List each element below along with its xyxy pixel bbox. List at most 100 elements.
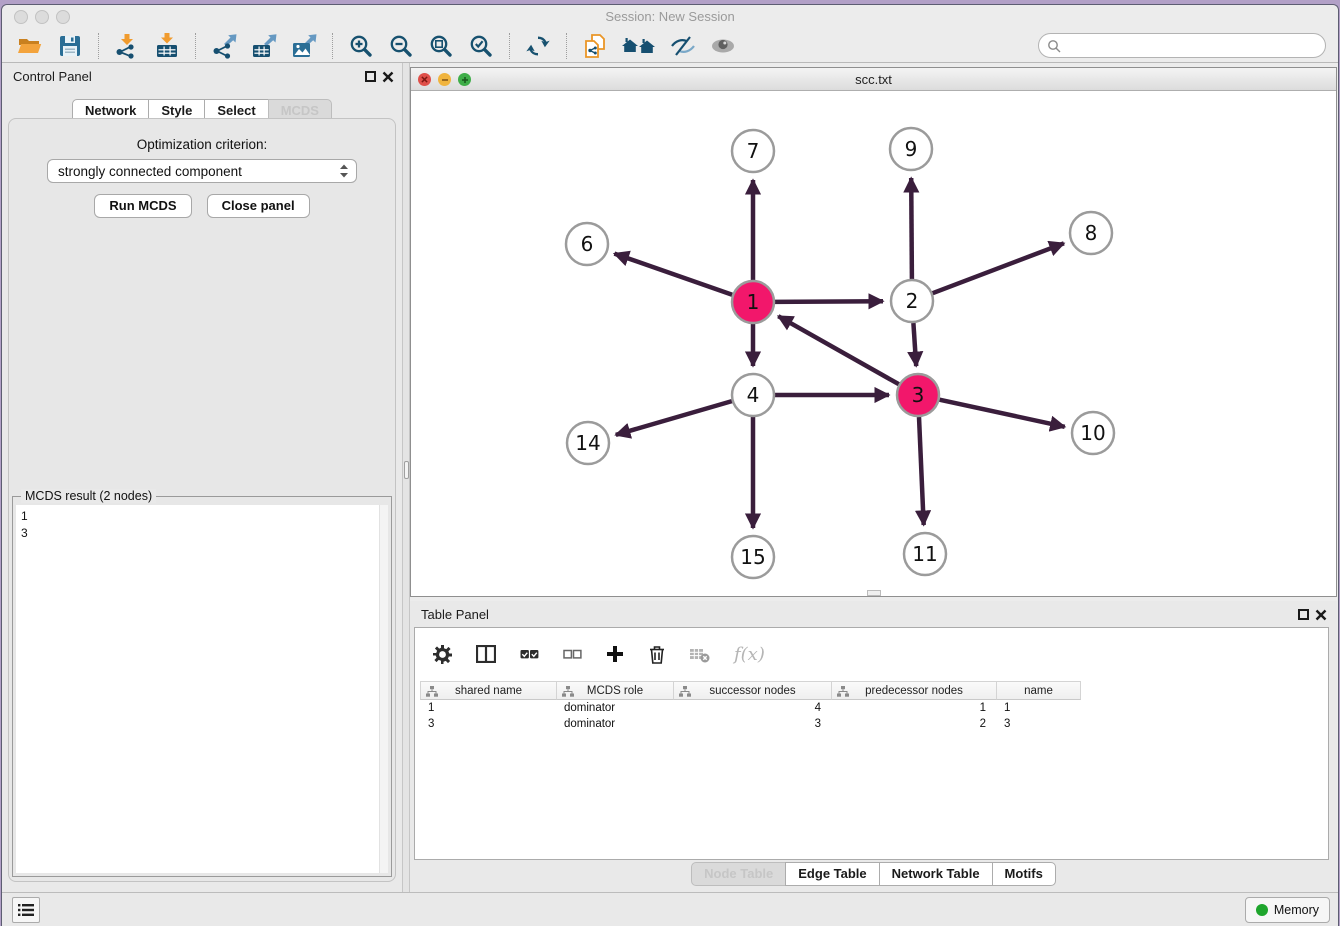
show-all-icon[interactable] xyxy=(707,31,739,61)
deselect-all-icon[interactable] xyxy=(563,645,582,663)
table-cell: 3 xyxy=(673,716,831,732)
import-network-icon[interactable] xyxy=(111,31,143,61)
app-window: Session: New Session xyxy=(1,4,1339,926)
select-all-icon[interactable] xyxy=(520,645,539,663)
memory-button[interactable]: Memory xyxy=(1245,897,1330,923)
toolbar-separator xyxy=(566,33,567,59)
table-row[interactable]: 1dominator411 xyxy=(420,700,1081,716)
panel-splitter[interactable] xyxy=(402,63,410,892)
table-panel: Table Panel xyxy=(410,601,1337,892)
column-header-shared-name[interactable]: shared name xyxy=(420,681,556,700)
add-column-icon[interactable] xyxy=(606,645,624,663)
network-view-window: scc.txt 7968124314101511 xyxy=(410,67,1337,597)
float-panel-icon[interactable] xyxy=(365,71,376,82)
import-table-icon[interactable] xyxy=(151,31,183,61)
column-header-successor-nodes[interactable]: successor nodes xyxy=(673,681,831,700)
search-input[interactable] xyxy=(1038,33,1326,58)
network-file-title: scc.txt xyxy=(411,72,1336,87)
chevron-up-down-icon xyxy=(338,163,350,179)
column-label: shared name xyxy=(455,685,522,697)
table-mode-icon[interactable] xyxy=(433,645,452,664)
graph-edge-2-8[interactable] xyxy=(933,243,1064,293)
close-panel-icon[interactable] xyxy=(382,71,394,83)
zoom-fit-icon[interactable] xyxy=(425,31,457,61)
graph-edge-2-9[interactable] xyxy=(911,178,912,279)
toolbar-separator xyxy=(98,33,99,59)
table-cell: 3 xyxy=(420,716,556,732)
graph-node-label-1: 1 xyxy=(747,290,760,314)
table-row[interactable]: 3dominator323 xyxy=(420,716,1081,732)
show-columns-icon[interactable] xyxy=(476,645,496,663)
table-toolbar: f(x) xyxy=(415,628,1328,680)
first-neighbors-icon[interactable] xyxy=(619,31,659,61)
graph-edge-1-6[interactable] xyxy=(614,254,732,295)
network-window-titlebar: scc.txt xyxy=(411,68,1336,91)
memory-status-icon xyxy=(1256,904,1268,916)
column-label: predecessor nodes xyxy=(865,685,963,697)
canvas-splitter-handle[interactable] xyxy=(867,590,881,596)
table-cell: 1 xyxy=(420,700,556,716)
zoom-selected-icon[interactable] xyxy=(465,31,497,61)
task-history-button[interactable] xyxy=(12,897,40,923)
run-mcds-button[interactable]: Run MCDS xyxy=(94,194,191,218)
table-body: 1dominator4113dominator323 xyxy=(420,700,1081,732)
graph-node-label-11: 11 xyxy=(912,542,937,566)
mcds-result-area[interactable]: 1 3 xyxy=(16,505,388,873)
result-scrollbar[interactable] xyxy=(379,505,388,873)
graph-edge-2-3[interactable] xyxy=(913,323,916,366)
clone-network-icon[interactable] xyxy=(579,31,611,61)
column-hierarchy-icon xyxy=(562,686,574,697)
column-hierarchy-icon xyxy=(679,686,691,697)
graph-node-label-14: 14 xyxy=(575,431,600,455)
hide-selected-icon[interactable] xyxy=(667,31,699,61)
tab-edge-table[interactable]: Edge Table xyxy=(785,862,879,886)
toolbar-separator xyxy=(332,33,333,59)
table-cell: 3 xyxy=(996,716,1081,732)
float-table-panel-icon[interactable] xyxy=(1298,609,1309,620)
splitter-handle[interactable] xyxy=(404,461,409,479)
refresh-layout-icon[interactable] xyxy=(522,31,554,61)
network-canvas[interactable]: 7968124314101511 xyxy=(411,91,1336,596)
graph-node-label-9: 9 xyxy=(905,137,918,161)
delete-columns-icon[interactable] xyxy=(648,645,666,664)
tab-node-table[interactable]: Node Table xyxy=(691,862,786,886)
column-header-name[interactable]: name xyxy=(996,681,1081,700)
mcds-result-title: MCDS result (2 nodes) xyxy=(21,489,156,503)
mcds-result-box: MCDS result (2 nodes) 1 3 xyxy=(12,496,392,877)
status-bar: Memory xyxy=(2,892,1338,926)
graph-edge-3-11[interactable] xyxy=(919,417,924,525)
criterion-value: strongly connected component xyxy=(58,164,242,179)
export-table-icon[interactable] xyxy=(248,31,280,61)
graph-edge-3-10[interactable] xyxy=(940,400,1065,427)
criterion-dropdown[interactable]: strongly connected component xyxy=(47,159,357,183)
zoom-in-icon[interactable] xyxy=(345,31,377,61)
column-header-MCDS-role[interactable]: MCDS role xyxy=(556,681,673,700)
mcds-result-text: 1 3 xyxy=(16,505,379,873)
function-builder-icon[interactable]: f(x) xyxy=(734,644,765,665)
graph-edge-3-1[interactable] xyxy=(778,316,899,384)
table-cell: 1 xyxy=(996,700,1081,716)
open-file-icon[interactable] xyxy=(14,31,46,61)
control-panel-header: Control Panel xyxy=(2,63,402,89)
delete-table-icon[interactable] xyxy=(690,646,710,663)
graph-node-label-15: 15 xyxy=(740,545,765,569)
graph-edge-4-14[interactable] xyxy=(616,401,732,435)
graph-node-label-2: 2 xyxy=(906,289,919,313)
graph-edge-1-2[interactable] xyxy=(775,301,883,302)
graph-node-label-10: 10 xyxy=(1080,421,1105,445)
tab-motifs[interactable]: Motifs xyxy=(992,862,1056,886)
graph-node-label-4: 4 xyxy=(747,383,760,407)
zoom-out-icon[interactable] xyxy=(385,31,417,61)
save-session-icon[interactable] xyxy=(54,31,86,61)
close-panel-button[interactable]: Close panel xyxy=(207,194,310,218)
tab-network-table[interactable]: Network Table xyxy=(879,862,993,886)
app-titlebar: Session: New Session xyxy=(2,5,1338,29)
list-icon xyxy=(18,903,34,917)
table-tabs: Node Table Edge Table Network Table Moti… xyxy=(410,862,1337,886)
column-header-predecessor-nodes[interactable]: predecessor nodes xyxy=(831,681,996,700)
table-cell: 4 xyxy=(673,700,831,716)
export-network-icon[interactable] xyxy=(208,31,240,61)
export-image-icon[interactable] xyxy=(288,31,320,61)
close-table-panel-icon[interactable] xyxy=(1315,609,1327,621)
main-toolbar xyxy=(2,29,1338,63)
